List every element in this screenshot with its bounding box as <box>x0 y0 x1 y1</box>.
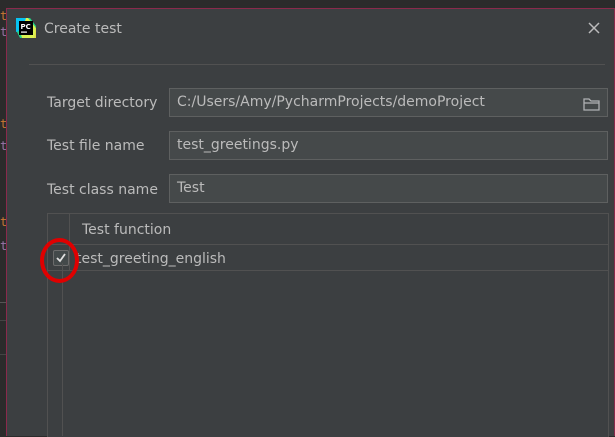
test-class-name-field[interactable]: Test <box>169 174 608 203</box>
close-icon[interactable] <box>585 19 603 37</box>
title-separator <box>29 64 605 65</box>
function-checkbox[interactable] <box>53 250 69 266</box>
target-directory-value: C:/Users/Amy/PycharmProjects/demoProject <box>177 94 485 110</box>
svg-text:PC: PC <box>21 23 31 31</box>
table-row[interactable]: test_greeting_english <box>48 246 608 271</box>
target-directory-field[interactable]: C:/Users/Amy/PycharmProjects/demoProject <box>169 88 608 117</box>
test-file-name-label: Test file name <box>47 138 145 154</box>
target-directory-label: Target directory <box>47 95 158 111</box>
dialog-title: Create test <box>44 21 122 37</box>
dialog-titlebar[interactable]: PC Create test <box>7 9 614 49</box>
column-header-test-function: Test function <box>82 222 172 238</box>
test-file-name-field[interactable]: test_greetings.py <box>169 131 608 160</box>
test-class-name-value: Test <box>177 180 205 196</box>
header-checkbox-column <box>48 214 70 245</box>
test-file-name-value: test_greetings.py <box>177 137 299 153</box>
function-name: test_greeting_english <box>76 251 226 267</box>
table-header: Test function <box>48 214 608 245</box>
create-test-dialog: PC Create test Target directory C:/Users… <box>6 8 615 437</box>
checkbox-column-line <box>62 263 63 436</box>
test-functions-table: Test function test_greeting_english <box>47 213 609 437</box>
folder-icon[interactable] <box>583 95 601 111</box>
test-class-name-label: Test class name <box>47 182 158 198</box>
pycharm-icon: PC <box>16 18 36 38</box>
